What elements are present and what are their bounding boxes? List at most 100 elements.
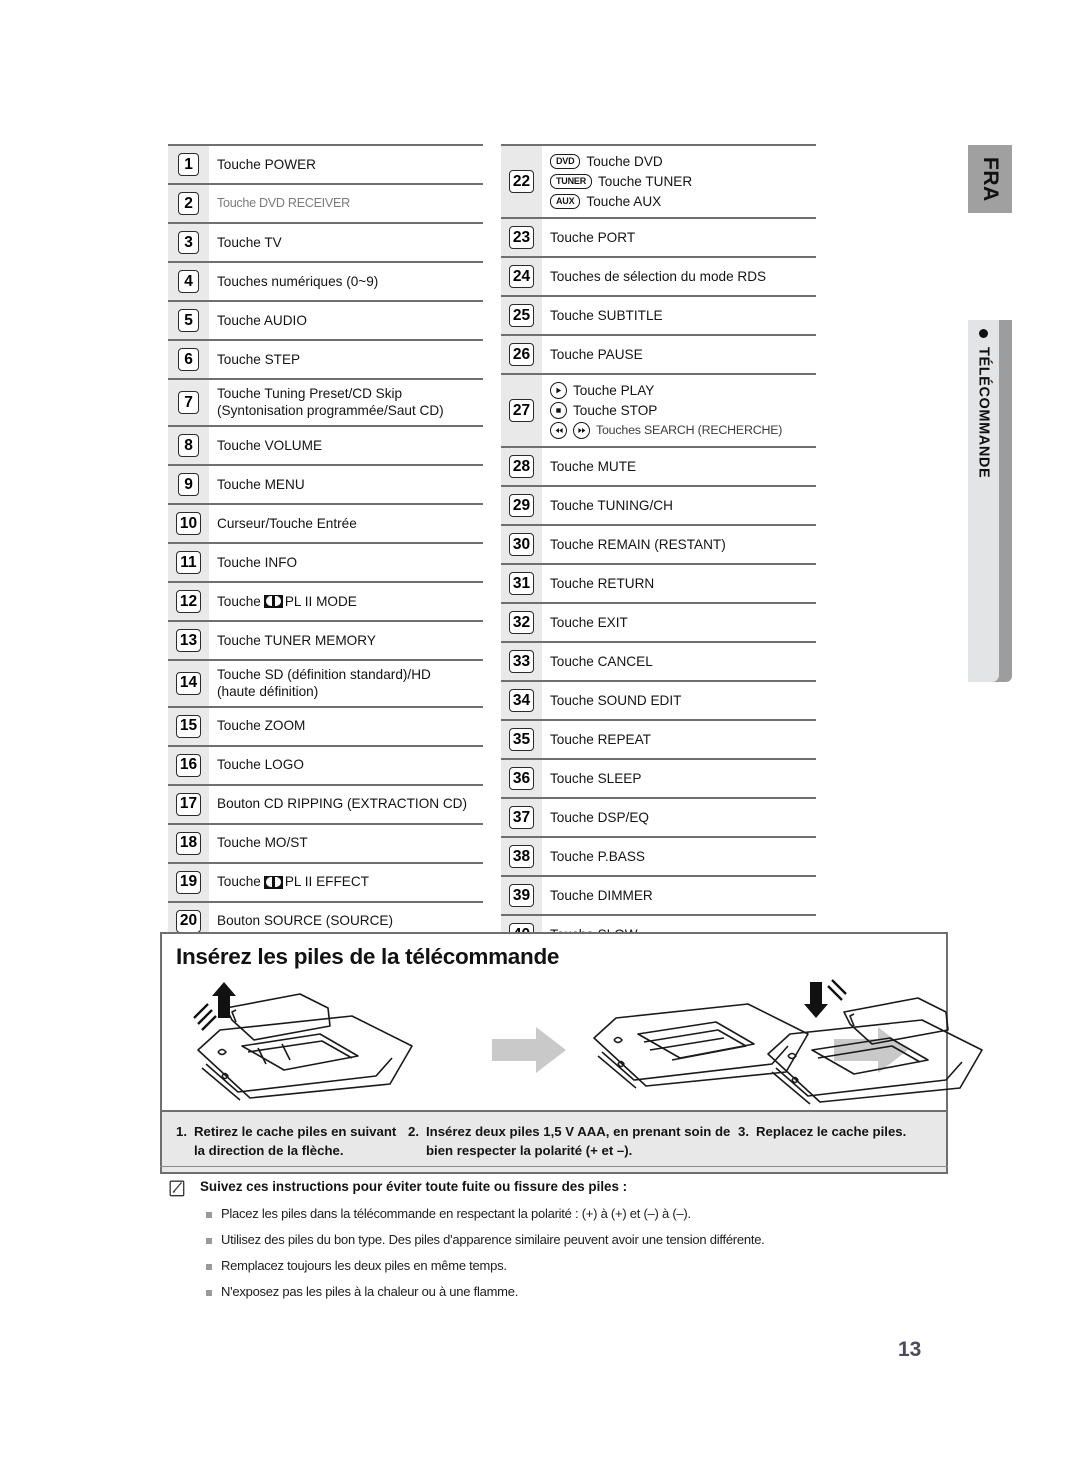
button-table-row: 7 Touche Tuning Preset/CD Skip (Syntonisat…: [168, 378, 483, 425]
button-label: Touche POWER: [217, 156, 316, 172]
button-label-cell: Touche EXIT: [542, 604, 816, 641]
button-table-row: 33 Touche CANCEL: [501, 640, 816, 680]
note-item: N'exposez pas les piles à la chaleur ou …: [206, 1284, 948, 1299]
button-label: Touche SOUND EDIT: [550, 692, 682, 708]
button-number-cell: 31: [501, 564, 542, 602]
button-number-cell: 12: [168, 582, 209, 620]
play-icon: [550, 381, 567, 399]
note-item-text: N'exposez pas les piles à la chaleur ou …: [221, 1284, 519, 1299]
button-number-cell: 1: [168, 146, 209, 183]
button-table-row: 38 Touche P.BASS: [501, 835, 816, 875]
button-table-row: 24 Touches de sélection du mode RDS: [501, 256, 816, 296]
button-label-cell: Touche TUNER MEMORY: [209, 622, 483, 659]
button-label-suffix: PL II EFFECT: [284, 874, 369, 890]
button-number-badge: 12: [175, 589, 202, 613]
button-table-row: 8 Touche VOLUME: [168, 424, 483, 464]
button-label-cell: Touche DSP/EQ: [542, 799, 816, 836]
button-table-row: 22 DVD Touche DVD TUNER Touche TUNER AUX Touch…: [501, 144, 816, 218]
button-number-badge: 32: [508, 610, 535, 634]
button-label-prefix: Touche: [217, 874, 261, 890]
note-item-text: Remplacez toujours les deux piles en mêm…: [221, 1258, 507, 1273]
button-label: Touche INFO: [217, 554, 298, 570]
button-label: Touche AUX: [586, 194, 662, 210]
button-table-row: 17 Bouton CD RIPPING (EXTRACTION CD): [168, 783, 483, 823]
button-number-cell: 39: [501, 876, 542, 914]
button-label-cell: Curseur/Touche Entrée: [209, 505, 483, 542]
note-bullet-icon: [206, 1264, 212, 1270]
button-number-badge: 29: [508, 493, 535, 517]
remote-figure-step-3: [767, 979, 983, 1105]
button-number-badge: 7: [178, 390, 199, 414]
button-number-badge: 39: [508, 883, 535, 907]
button-label-cell: Touche VOLUME: [209, 427, 483, 464]
button-label-cell: Touche SOUND EDIT: [542, 682, 816, 719]
button-label: Touche SLEEP: [550, 770, 642, 786]
remote-button-table: 1 Touche POWER 2 Touche DVD RECEIVER 3 Touche…: [168, 144, 816, 981]
button-number-cell: 28: [501, 447, 542, 485]
button-label: Touche PLAY: [573, 382, 655, 398]
button-pill-dvd-icon: DVD: [550, 153, 581, 169]
button-number-badge: 35: [508, 727, 535, 751]
button-number-cell: 5: [168, 302, 209, 339]
source-button-line: DVD Touche DVD: [550, 151, 814, 171]
button-table-left-column: 1 Touche POWER 2 Touche DVD RECEIVER 3 Touche…: [168, 144, 483, 981]
button-number-cell: 17: [168, 785, 209, 823]
button-label-cell: Touche PORT: [542, 219, 816, 256]
page-number: 13: [898, 1338, 922, 1361]
button-number-badge: 26: [508, 343, 535, 367]
button-number-badge: 3: [178, 231, 199, 254]
button-table-row: 1 Touche POWER: [168, 144, 483, 183]
button-label-cell: DVD Touche DVD TUNER Touche TUNER AUX Touche …: [542, 146, 816, 217]
button-label-cell: Touche REMAIN (RESTANT): [542, 526, 816, 563]
button-number-cell: 37: [501, 798, 542, 836]
button-label: Touche Tuning Preset/CD Skip: [217, 386, 403, 401]
dolby-pro-logic-icon: [263, 875, 283, 889]
button-table-row: 19 Touche PL II EFFECT: [168, 861, 483, 901]
button-number-badge: 37: [508, 805, 535, 829]
button-label-prefix: Touche: [217, 593, 261, 609]
button-number-badge: 36: [508, 766, 535, 790]
button-label-cell: Touche DVD RECEIVER: [209, 185, 483, 222]
button-table-row: 16 Touche LOGO: [168, 744, 483, 784]
button-table-row: 18 Touche MO/ST: [168, 822, 483, 862]
button-number-badge: 22: [508, 170, 535, 194]
button-label: Touche MENU: [217, 476, 305, 492]
button-label-cell: Touche RETURN: [542, 565, 816, 602]
button-label-cell: Touche PL II EFFECT: [209, 864, 483, 901]
battery-step-2-text: Insérez deux piles 1,5 V AAA, en prenant…: [426, 1124, 731, 1159]
button-number-badge: 25: [508, 304, 535, 328]
button-label: Touche TV: [217, 234, 282, 250]
battery-step-3-number: 3.: [738, 1124, 749, 1139]
button-table-row: 10 Curseur/Touche Entrée: [168, 502, 483, 542]
button-label-cell: Touches numériques (0~9): [209, 263, 483, 300]
notes-list: Placez les piles dans la télécommande en…: [160, 1206, 948, 1299]
button-table-row: 3 Touche TV: [168, 222, 483, 261]
button-number-cell: 24: [501, 258, 542, 296]
button-number-cell: 7: [168, 380, 209, 425]
button-number-cell: 32: [501, 603, 542, 641]
button-label: Touche VOLUME: [217, 437, 323, 453]
button-label-cell: Touche LOGO: [209, 747, 483, 784]
button-label: Touche TUNER: [598, 173, 693, 189]
button-label-cell: Touche Tuning Preset/CD Skip (Syntonisati…: [209, 380, 483, 425]
battery-insertion-section: Insérez les piles de la télécommande 1. …: [160, 932, 983, 1175]
dolby-pro-logic-icon: [263, 594, 283, 608]
button-label: Touche MUTE: [550, 458, 637, 474]
rewind-icon: [550, 422, 567, 440]
note-item-text: Utilisez des piles du bon type. Des pile…: [221, 1232, 765, 1247]
button-label-cell: Touche INFO: [209, 544, 483, 581]
button-number-cell: 35: [501, 720, 542, 758]
button-label: Touche STOP: [573, 403, 658, 419]
button-number-cell: 19: [168, 863, 209, 901]
button-number-cell: 16: [168, 746, 209, 784]
button-label: Curseur/Touche Entrée: [217, 515, 357, 531]
button-label: Bouton SOURCE (SOURCE): [217, 913, 394, 929]
notes-heading: Suivez ces instructions pour éviter tout…: [200, 1179, 628, 1194]
note-item: Placez les piles dans la télécommande en…: [206, 1206, 948, 1221]
button-label-cell: Touche CANCEL: [542, 643, 816, 680]
button-number-badge: 4: [178, 270, 199, 293]
button-label: Bouton CD RIPPING (EXTRACTION CD): [217, 796, 468, 812]
button-table-row: 13 Touche TUNER MEMORY: [168, 619, 483, 659]
button-number-cell: 6: [168, 341, 209, 378]
button-table-row: 23 Touche PORT: [501, 217, 816, 257]
